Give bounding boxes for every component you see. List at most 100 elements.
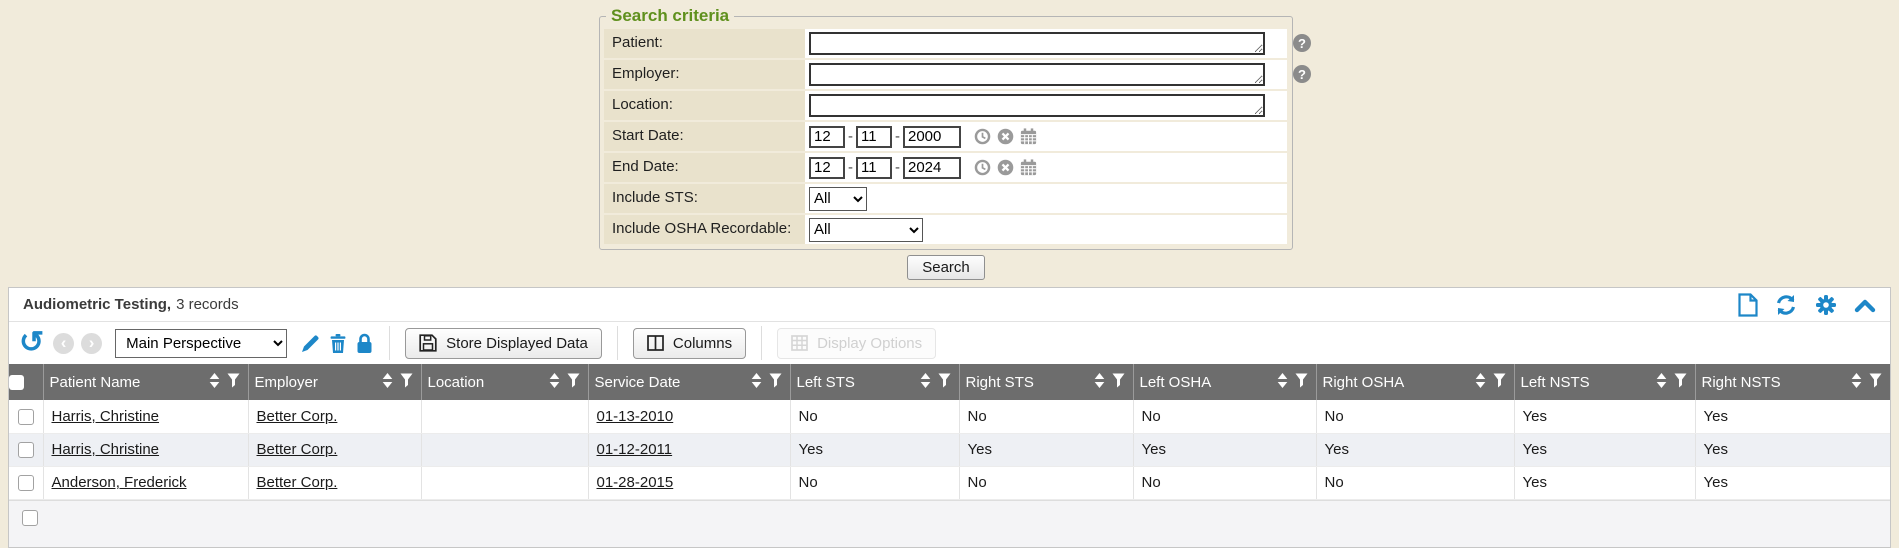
column-header-left-sts[interactable]: Left STS [790, 364, 959, 400]
row-checkbox[interactable] [18, 409, 34, 425]
column-header-patient-name[interactable]: Patient Name [43, 364, 248, 400]
filter-funnel-icon[interactable] [1493, 373, 1506, 392]
column-header-left-nsts[interactable]: Left NSTS [1514, 364, 1695, 400]
refresh-icon[interactable] [1774, 293, 1798, 317]
include-osha-select[interactable]: All [809, 218, 923, 242]
filter-funnel-icon[interactable] [1295, 373, 1308, 392]
location-row: Location: [604, 91, 1287, 120]
table-row: Anderson, Frederick Better Corp. 01-28-2… [9, 466, 1890, 499]
employer-link[interactable]: Better Corp. [257, 441, 338, 458]
new-document-icon[interactable] [1738, 293, 1758, 317]
next-perspective-icon[interactable]: › [81, 333, 102, 354]
sort-icon[interactable] [1475, 373, 1486, 392]
store-displayed-data-button[interactable]: Store Displayed Data [405, 328, 602, 359]
patient-link[interactable]: Harris, Christine [52, 408, 160, 425]
end-date-calendar-icon[interactable] [1019, 158, 1038, 177]
sort-icon[interactable] [549, 373, 560, 392]
sort-icon[interactable] [1094, 373, 1105, 392]
employer-row: Employer: ? [604, 60, 1287, 89]
column-header-left-osha[interactable]: Left OSHA [1133, 364, 1316, 400]
previous-perspective-icon[interactable]: ‹ [53, 333, 74, 354]
include-osha-row: Include OSHA Recordable: All [604, 215, 1287, 244]
delete-perspective-trash-icon[interactable] [328, 333, 348, 354]
column-header-location[interactable]: Location [421, 364, 588, 400]
right-nsts-cell: Yes [1695, 433, 1890, 466]
employer-link[interactable]: Better Corp. [257, 474, 338, 491]
sort-icon[interactable] [1656, 373, 1667, 392]
employer-link[interactable]: Better Corp. [257, 408, 338, 425]
collapse-chevron-up-icon[interactable] [1854, 297, 1876, 313]
sort-icon[interactable] [751, 373, 762, 392]
header-row: Patient Name Employer Location Service D… [9, 364, 1890, 400]
column-header-right-nsts[interactable]: Right NSTS [1695, 364, 1890, 400]
service-date-link[interactable]: 01-13-2010 [597, 408, 674, 425]
sort-icon[interactable] [920, 373, 931, 392]
start-date-day-input[interactable] [856, 126, 892, 148]
start-date-calendar-icon[interactable] [1019, 127, 1038, 146]
table-row: Harris, Christine Better Corp. 01-12-201… [9, 433, 1890, 466]
filter-funnel-icon[interactable] [938, 373, 951, 392]
filter-funnel-icon[interactable] [1112, 373, 1125, 392]
store-displayed-data-label: Store Displayed Data [446, 335, 588, 352]
patient-help-icon[interactable]: ? [1293, 34, 1311, 52]
gear-icon[interactable] [1814, 293, 1838, 317]
filter-funnel-icon[interactable] [227, 373, 240, 392]
search-button[interactable]: Search [907, 255, 985, 280]
filter-funnel-icon[interactable] [400, 373, 413, 392]
display-options-label: Display Options [817, 335, 922, 352]
footer-checkbox[interactable] [22, 510, 38, 526]
service-date-link[interactable]: 01-28-2015 [597, 474, 674, 491]
sort-icon[interactable] [382, 373, 393, 392]
select-all-checkbox[interactable] [9, 375, 24, 390]
employer-help-icon[interactable]: ? [1293, 65, 1311, 83]
end-date-clock-icon[interactable] [973, 158, 992, 177]
table-row: Harris, Christine Better Corp. 01-13-201… [9, 400, 1890, 433]
column-header-right-osha[interactable]: Right OSHA [1316, 364, 1514, 400]
patient-link[interactable]: Anderson, Frederick [52, 474, 187, 491]
reset-perspective-icon[interactable]: ↺ [19, 332, 44, 354]
filter-funnel-icon[interactable] [1869, 373, 1882, 392]
sort-icon[interactable] [1851, 373, 1862, 392]
end-date-day-input[interactable] [856, 157, 892, 179]
row-checkbox[interactable] [18, 442, 34, 458]
patient-link[interactable]: Harris, Christine [52, 441, 160, 458]
toolbar-divider [389, 326, 390, 360]
start-date-clear-icon[interactable] [996, 127, 1015, 146]
include-sts-select[interactable]: All [809, 187, 867, 211]
left-osha-cell: Yes [1133, 433, 1316, 466]
include-sts-label: Include STS: [604, 184, 805, 213]
right-nsts-cell: Yes [1695, 400, 1890, 433]
search-criteria-fieldset: Search criteria Patient: ? Employer: ? L… [599, 6, 1293, 250]
service-date-link[interactable]: 01-12-2011 [597, 441, 673, 458]
row-checkbox[interactable] [18, 475, 34, 491]
start-date-clock-icon[interactable] [973, 127, 992, 146]
perspective-select[interactable]: Main Perspective [115, 329, 287, 358]
location-cell [421, 466, 588, 499]
end-date-clear-icon[interactable] [996, 158, 1015, 177]
column-header-right-sts[interactable]: Right STS [959, 364, 1133, 400]
left-sts-cell: No [790, 466, 959, 499]
columns-button[interactable]: Columns [633, 328, 746, 359]
sort-icon[interactable] [1277, 373, 1288, 392]
start-date-year-input[interactable] [903, 126, 961, 148]
filter-funnel-icon[interactable] [1674, 373, 1687, 392]
location-cell [421, 400, 588, 433]
column-header-employer[interactable]: Employer [248, 364, 421, 400]
include-osha-label: Include OSHA Recordable: [604, 215, 805, 244]
employer-input[interactable] [809, 63, 1265, 86]
lock-perspective-icon[interactable] [355, 333, 374, 354]
display-options-button[interactable]: Display Options [777, 328, 936, 359]
start-date-month-input[interactable] [809, 126, 845, 148]
date-separator: - [895, 159, 900, 176]
edit-perspective-pencil-icon[interactable] [300, 333, 321, 354]
location-input[interactable] [809, 94, 1265, 117]
end-date-year-input[interactable] [903, 157, 961, 179]
patient-input[interactable] [809, 32, 1265, 55]
select-all-header [9, 364, 43, 400]
left-nsts-cell: Yes [1514, 400, 1695, 433]
sort-icon[interactable] [209, 373, 220, 392]
end-date-month-input[interactable] [809, 157, 845, 179]
filter-funnel-icon[interactable] [567, 373, 580, 392]
filter-funnel-icon[interactable] [769, 373, 782, 392]
column-header-service-date[interactable]: Service Date [588, 364, 790, 400]
